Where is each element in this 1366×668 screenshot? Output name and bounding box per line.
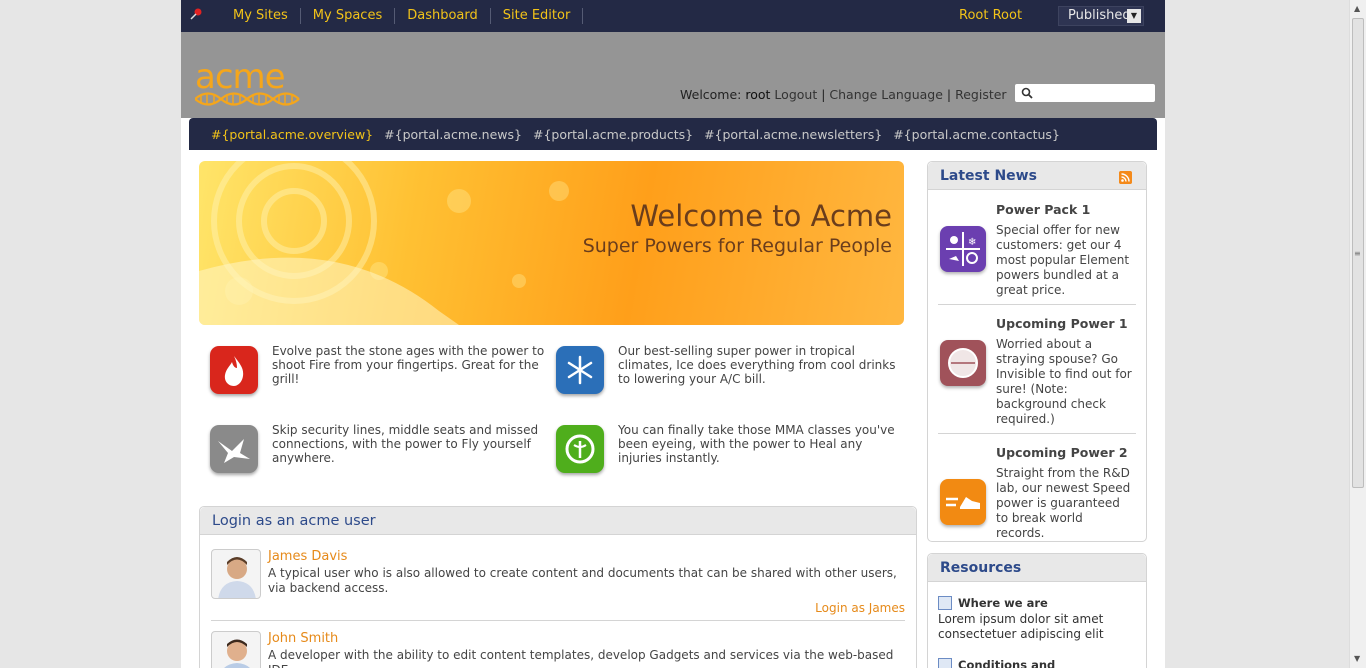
portal-nav: #{portal.acme.overview} #{portal.acme.ne… [189,118,1157,150]
invisible-icon [940,340,986,386]
feature-fly: Skip security lines, middle seats and mi… [210,423,550,483]
feature-text: Our best-selling super power in tropical… [618,344,896,386]
my-spaces-link[interactable]: My Spaces [301,8,396,24]
logout-link[interactable]: Logout [774,87,817,102]
heal-icon[interactable] [556,425,604,473]
publish-status-select[interactable]: Published ▼ [1058,6,1144,26]
chevron-down-icon[interactable]: ▼ [1127,9,1141,23]
search-input[interactable] [1015,84,1155,102]
feature-ice: Our best-selling super power in tropical… [556,344,896,404]
nav-newsletters[interactable]: #{portal.acme.newsletters} [704,127,882,142]
publish-status-value: Published [1068,8,1131,23]
user-name[interactable]: James Davis [268,549,347,564]
speed-icon [940,479,986,525]
hero-banner: Welcome to Acme Super Powers for Regular… [199,161,904,325]
fire-icon[interactable] [210,346,258,394]
acme-logo[interactable]: acme [195,60,305,110]
scroll-up-icon[interactable]: ▲ [1354,4,1360,13]
document-icon [938,658,952,668]
news-description: Special offer for new customers: get our… [996,223,1130,297]
divider [938,433,1136,434]
rss-icon[interactable] [1119,171,1132,184]
avatar [211,549,261,599]
admin-toolbar: My Sites My Spaces Dashboard Site Editor… [181,0,1165,32]
feature-text: Skip security lines, middle seats and mi… [272,423,539,465]
banner-subtitle: Super Powers for Regular People [582,235,892,257]
main-content: Welcome to Acme Super Powers for Regular… [189,150,1157,668]
user-description: A typical user who is also allowed to cr… [268,566,897,595]
scroll-down-icon[interactable]: ▼ [1354,654,1360,663]
resource-title[interactable]: Conditions and [958,658,1055,668]
site-header: acme Welcome: root Logout | Change Langu… [181,32,1165,118]
news-description: Worried about a straying spouse? Go Invi… [996,337,1132,426]
register-link[interactable]: Register [955,87,1006,102]
banner-title: Welcome to Acme [630,199,892,233]
feature-heal: You can finally take those MMA classes y… [556,423,896,483]
divider [938,304,1136,305]
latest-news-label: Latest News [940,168,1037,184]
latest-news-panel: Latest News Power Pack 1 ❄ Special offer… [927,161,1147,542]
current-user-menu[interactable]: Root Root [959,8,1022,23]
bird-icon[interactable] [210,425,258,473]
dashboard-link[interactable]: Dashboard [395,8,491,24]
news-title[interactable]: Power Pack 1 [996,202,1090,217]
divider [938,541,1136,542]
resources-title: Resources [928,554,1146,582]
login-panel-title: Login as an acme user [200,507,916,535]
site-editor-link[interactable]: Site Editor [491,8,584,24]
user-name[interactable]: John Smith [268,631,338,646]
my-sites-link[interactable]: My Sites [221,8,301,24]
nav-contactus[interactable]: #{portal.acme.contactus} [893,127,1060,142]
login-panel: Login as an acme user James Davis A typi… [199,506,917,668]
feature-text: Evolve past the stone ages with the powe… [272,344,545,386]
latest-news-title: Latest News [928,162,1146,190]
page: My Sites My Spaces Dashboard Site Editor… [181,0,1165,668]
svg-text:❄: ❄ [968,237,976,248]
pin-icon[interactable] [189,7,203,21]
user-description: A developer with the ability to edit con… [268,648,894,668]
nav-products[interactable]: #{portal.acme.products} [533,127,693,142]
avatar [211,631,261,668]
welcome-label: Welcome: [680,87,742,102]
news-description: Straight from the R&D lab, our newest Sp… [996,466,1131,540]
welcome-bar: Welcome: root Logout | Change Language |… [680,87,1007,102]
nav-overview[interactable]: #{portal.acme.overview} [211,127,373,142]
nav-news[interactable]: #{portal.acme.news} [384,127,522,142]
dna-icon [195,92,300,106]
feature-fire: Evolve past the stone ages with the powe… [210,344,550,404]
search-icon [1021,87,1033,99]
document-icon [938,596,952,610]
welcome-username: root [745,87,771,102]
toolbar-nav: My Sites My Spaces Dashboard Site Editor [221,0,584,32]
resource-title[interactable]: Where we are [958,596,1048,610]
resources-panel: Resources Where we are Lorem ipsum dolor… [927,553,1147,668]
divider [211,620,905,621]
change-language-link[interactable]: Change Language [829,87,943,102]
logo-text: acme [195,57,286,97]
power-pack-icon: ❄ [940,226,986,272]
scroll-grip-icon: ≡ [1354,249,1361,258]
news-title[interactable]: Upcoming Power 2 [996,445,1128,460]
vertical-scrollbar[interactable]: ▲ ≡ ▼ [1349,0,1366,668]
snowflake-icon[interactable] [556,346,604,394]
resource-description: Lorem ipsum dolor sit amet consectetuer … [938,612,1104,641]
login-as-link[interactable]: Login as James [815,601,905,615]
news-title[interactable]: Upcoming Power 1 [996,316,1128,331]
feature-text: You can finally take those MMA classes y… [618,423,895,465]
